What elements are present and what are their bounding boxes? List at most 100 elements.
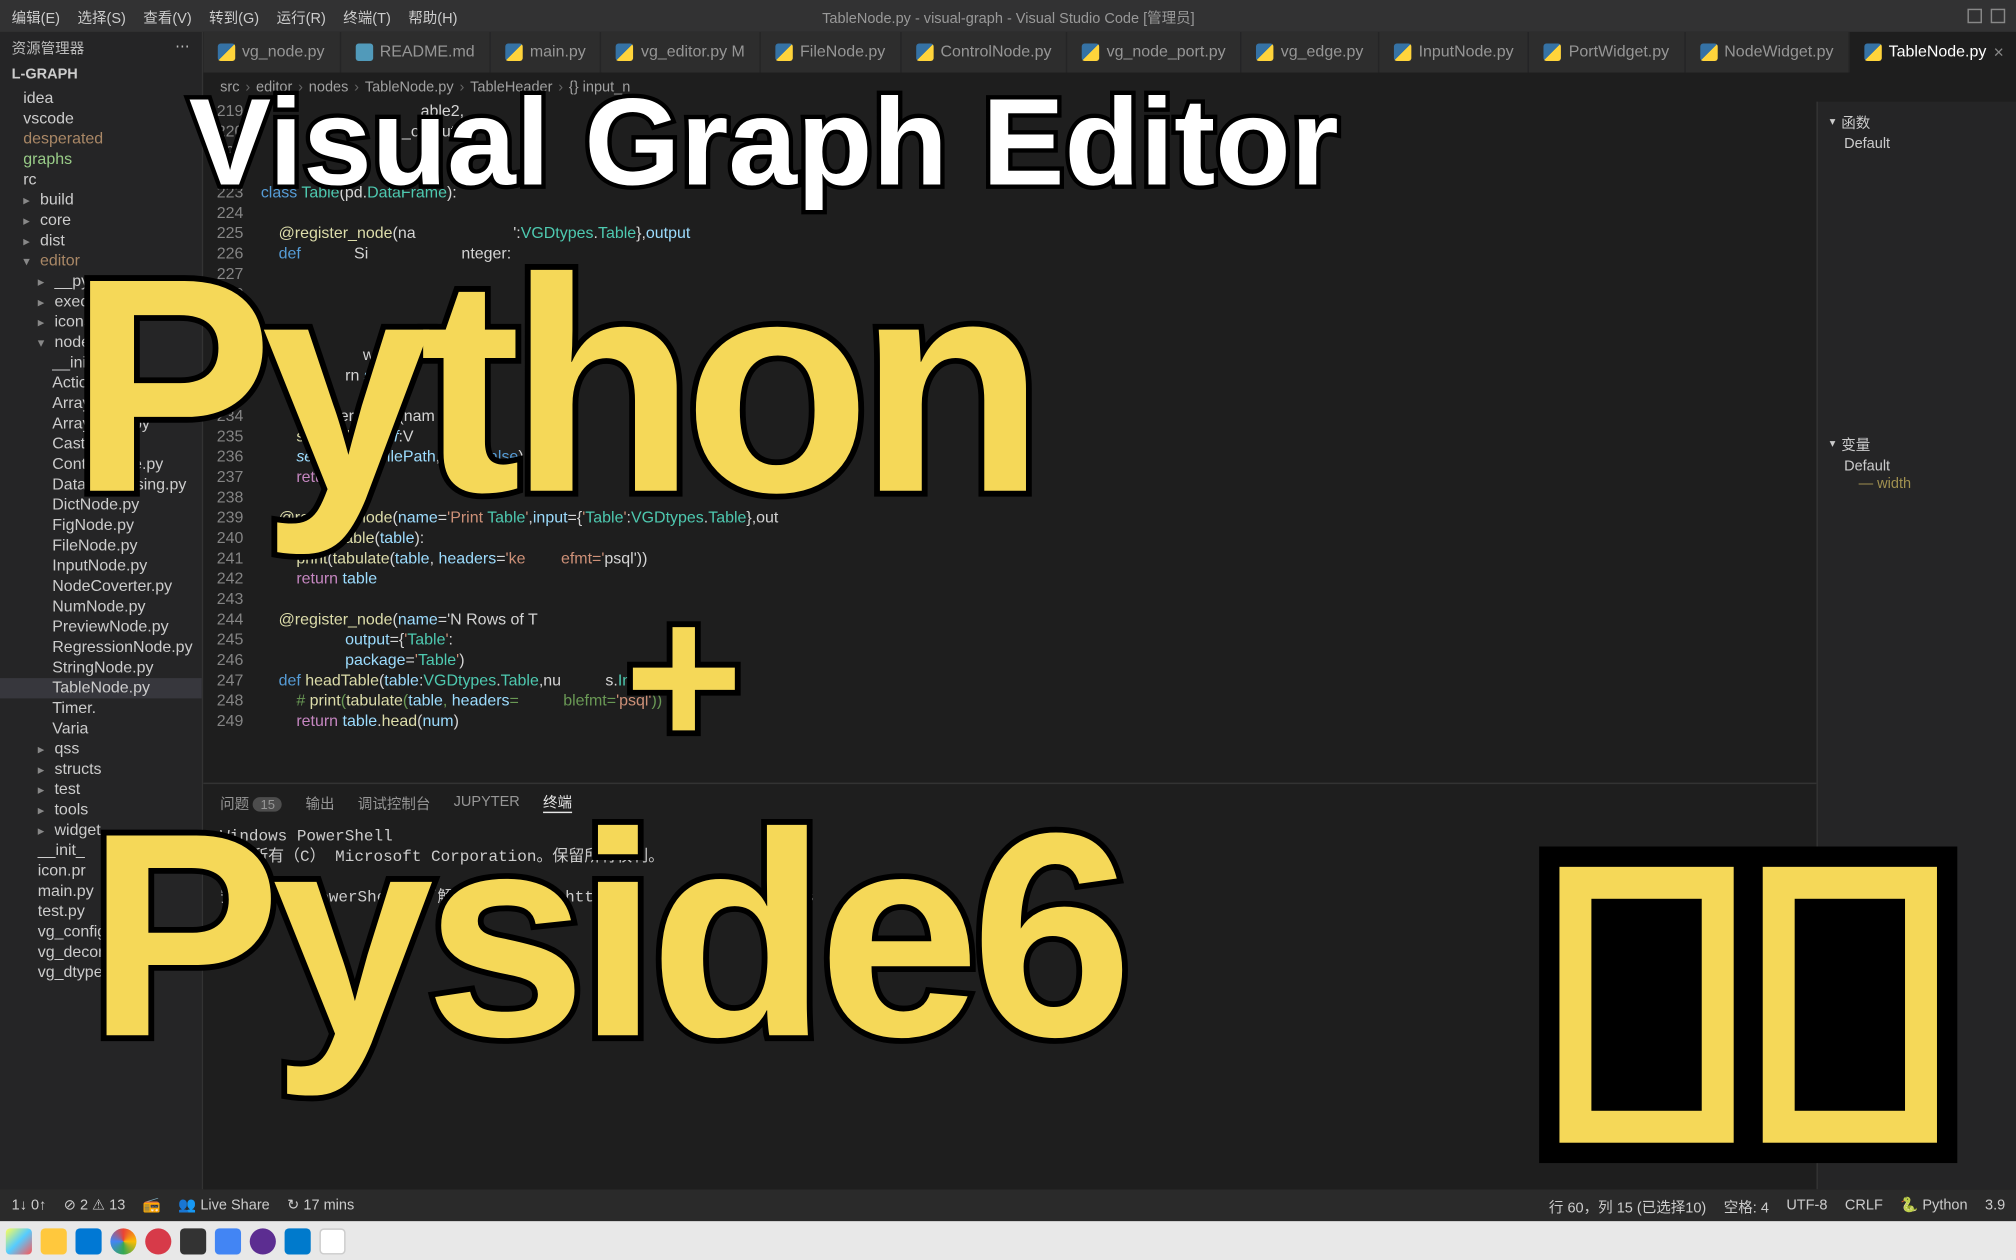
folder-item[interactable]: tools: [0, 800, 201, 820]
live-share[interactable]: 👥 Live Share: [178, 1197, 270, 1213]
breadcrumb-item[interactable]: nodes: [309, 79, 349, 95]
breadcrumb-item[interactable]: TableHeader: [470, 79, 552, 95]
breadcrumb-item[interactable]: src: [220, 79, 239, 95]
menu-view[interactable]: 查看(V): [143, 5, 191, 27]
file-item[interactable]: ArrayNode.py: [0, 414, 201, 434]
panel-tab-terminal[interactable]: 终端: [543, 790, 572, 813]
more-icon[interactable]: ⋯: [175, 38, 190, 54]
explorer-icon[interactable]: [41, 1228, 67, 1254]
file-item-active[interactable]: TableNode.py: [0, 678, 201, 698]
file-item[interactable]: vg_config.py: [0, 922, 201, 942]
panel-tab-debug[interactable]: 调试控制台: [358, 791, 431, 813]
tab[interactable]: vg_node_port.py: [1067, 32, 1241, 73]
file-item[interactable]: DictNode.py: [0, 495, 201, 515]
file-item[interactable]: Varia: [0, 719, 201, 739]
outline-item[interactable]: Default: [1824, 457, 2014, 476]
folder-item[interactable]: graphs: [0, 150, 201, 170]
file-item[interactable]: Timer.: [0, 698, 201, 718]
outline-section-variables[interactable]: 变量: [1824, 430, 2014, 458]
app-icon[interactable]: [76, 1228, 102, 1254]
folder-item[interactable]: build: [0, 190, 201, 210]
file-item[interactable]: StringNode.py: [0, 658, 201, 678]
file-item[interactable]: vg_dtypes.py: [0, 963, 201, 983]
tab[interactable]: NodeWidget.py: [1685, 32, 1849, 73]
outline-subitem[interactable]: — width: [1824, 476, 2014, 492]
app-icon[interactable]: [215, 1228, 241, 1254]
file-item[interactable]: DataProcessing.py: [0, 475, 201, 495]
tab[interactable]: vg_node.py: [203, 32, 341, 73]
menu-help[interactable]: 帮助(H): [408, 5, 457, 27]
breadcrumb[interactable]: src› editor› nodes› TableNode.py› TableH…: [203, 73, 2016, 102]
folder-item[interactable]: editor: [0, 251, 201, 271]
tab[interactable]: main.py: [491, 32, 602, 73]
file-item[interactable]: InputNode.py: [0, 556, 201, 576]
layout-icon[interactable]: [1967, 9, 1982, 24]
file-item[interactable]: main.py: [0, 881, 201, 901]
file-item[interactable]: Action: [0, 373, 201, 393]
breadcrumb-item[interactable]: TableNode.py: [365, 79, 454, 95]
chrome-icon[interactable]: [110, 1228, 136, 1254]
folder-item[interactable]: core: [0, 211, 201, 231]
file-item[interactable]: __init_: [0, 353, 201, 373]
tab[interactable]: README.md: [341, 32, 491, 73]
close-icon[interactable]: ×: [1994, 42, 2004, 62]
git-status[interactable]: 1↓ 0↑: [12, 1197, 47, 1213]
file-item[interactable]: ControlNode.py: [0, 454, 201, 474]
code-content[interactable]: able2, se _output( class Table(pd.DataFr…: [261, 102, 1817, 783]
file-item[interactable]: FigNode.py: [0, 515, 201, 535]
menu-select[interactable]: 选择(S): [77, 5, 125, 27]
folder-item[interactable]: structs: [0, 759, 201, 779]
panel-tab-problems[interactable]: 问题 15: [220, 791, 282, 813]
folder-item[interactable]: rc: [0, 170, 201, 190]
folder-item[interactable]: widget: [0, 820, 201, 840]
status-bar[interactable]: 1↓ 0↑ ⊘ 2 ⚠ 13 📻 👥 Live Share ↻ 17 mins …: [0, 1189, 2016, 1221]
editor-tabs[interactable]: vg_node.py README.md main.py vg_editor.p…: [203, 32, 2016, 73]
tab[interactable]: vg_edge.py: [1242, 32, 1380, 73]
file-item[interactable]: PreviewNode.py: [0, 617, 201, 637]
outline-section-functions[interactable]: 函数: [1824, 107, 2014, 135]
file-item[interactable]: __init_: [0, 841, 201, 861]
menu-run[interactable]: 运行(R): [277, 5, 326, 27]
timer[interactable]: ↻ 17 mins: [287, 1197, 354, 1213]
file-item[interactable]: FileNode.py: [0, 536, 201, 556]
file-item[interactable]: test.py: [0, 902, 201, 922]
main-menu[interactable]: 编辑(E) 选择(S) 查看(V) 转到(G) 运行(R) 终端(T) 帮助(H…: [12, 5, 458, 27]
panel-tab-jupyter[interactable]: JUPYTER: [454, 794, 520, 810]
windows-taskbar[interactable]: [0, 1221, 2016, 1260]
python-version[interactable]: 3.9: [1985, 1197, 2005, 1213]
tab[interactable]: ControlNode.py: [901, 32, 1067, 73]
menu-goto[interactable]: 转到(G): [209, 5, 259, 27]
code-editor[interactable]: 2192202212222232242252262272282292302312…: [203, 102, 1817, 783]
window-controls[interactable]: [1967, 9, 2005, 24]
app-icon[interactable]: [145, 1228, 171, 1254]
encoding[interactable]: UTF-8: [1786, 1197, 1827, 1213]
indentation[interactable]: 空格: 4: [1724, 1194, 1769, 1216]
language[interactable]: 🐍 Python: [1900, 1197, 1967, 1213]
tab[interactable]: PortWidget.py: [1530, 32, 1686, 73]
folder-item[interactable]: qss: [0, 739, 201, 759]
file-item[interactable]: NumNode.py: [0, 597, 201, 617]
project-root[interactable]: L-GRAPH: [0, 61, 201, 89]
folder-item[interactable]: __pyca: [0, 272, 201, 292]
menu-edit[interactable]: 编辑(E): [12, 5, 60, 27]
app-icon[interactable]: [180, 1228, 206, 1254]
layout-icon-2[interactable]: [1991, 9, 2006, 24]
app-icon[interactable]: [319, 1228, 345, 1254]
folder-item[interactable]: idea: [0, 89, 201, 109]
outline-item[interactable]: Default: [1824, 135, 2014, 154]
tab[interactable]: InputNode.py: [1379, 32, 1529, 73]
vscode-icon[interactable]: [285, 1228, 311, 1254]
file-item[interactable]: icon.pr: [0, 861, 201, 881]
menu-terminal[interactable]: 终端(T): [343, 5, 391, 27]
folder-item[interactable]: nodes: [0, 333, 201, 353]
folder-item[interactable]: test: [0, 780, 201, 800]
file-tree[interactable]: idea vscode desperated graphs rc build c…: [0, 89, 201, 1190]
file-item[interactable]: Caster.py: [0, 434, 201, 454]
tab[interactable]: vg_editor.py M: [602, 32, 761, 73]
problems-status[interactable]: ⊘ 2 ⚠ 13: [64, 1197, 126, 1213]
panel-tab-output[interactable]: 输出: [306, 791, 335, 813]
folder-item[interactable]: vscode: [0, 109, 201, 129]
file-item[interactable]: RegressionNode.py: [0, 637, 201, 657]
folder-item[interactable]: execut: [0, 292, 201, 312]
panel-tabs[interactable]: 问题 15 输出 调试控制台 JUPYTER 终端: [203, 784, 1817, 819]
